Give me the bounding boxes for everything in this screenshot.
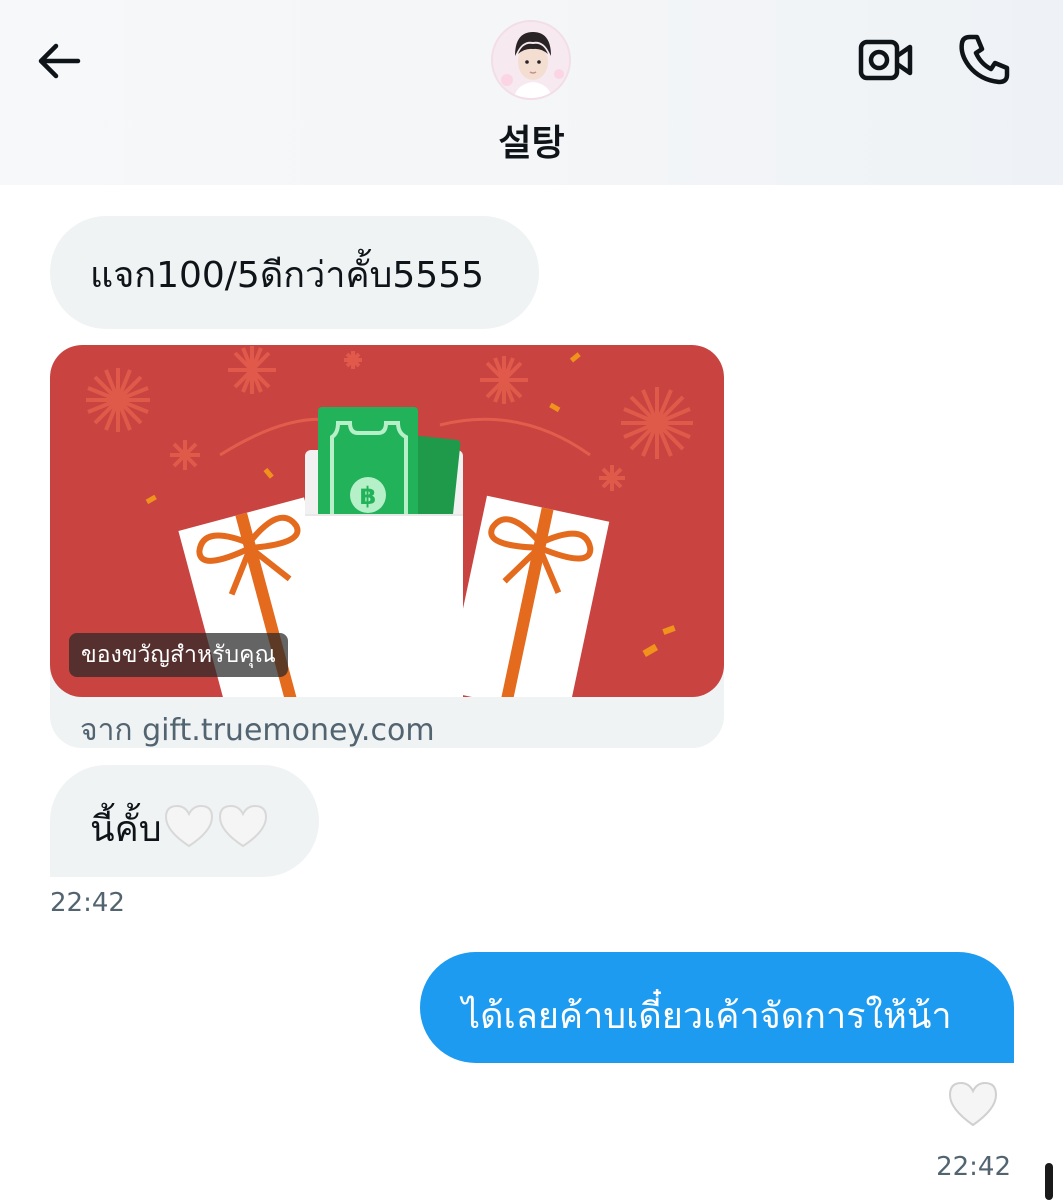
arrow-left-icon <box>38 43 81 79</box>
avatar-image <box>493 22 569 98</box>
sent-message-bubble[interactable]: ได้เลยค้าบเดี๋ยวเค้าจัดการให้น้า <box>420 952 1014 1063</box>
conversation-header: 설탕 <box>0 0 1063 185</box>
video-call-button[interactable] <box>858 36 914 84</box>
message-text: ได้เลยค้าบเดี๋ยวเค้าจัดการให้น้า <box>462 996 952 1037</box>
white-heart-icon <box>162 803 216 859</box>
avatar[interactable] <box>491 20 571 100</box>
message-text: นี้คั้บ <box>90 809 162 851</box>
back-button[interactable] <box>30 36 90 86</box>
contact-name: 설탕 <box>498 123 565 164</box>
card-title-badge: ของขวัญสำหรับคุณ <box>69 633 288 677</box>
received-message-bubble[interactable]: แจก100/5ดีกว่าคั้บ5555 <box>50 216 539 329</box>
phone-icon <box>959 34 1010 85</box>
message-reaction[interactable] <box>947 1080 999 1128</box>
video-call-icon <box>858 39 913 81</box>
card-source-domain[interactable]: จาก gift.truemoney.com <box>80 707 435 748</box>
received-message-bubble[interactable]: นี้คั้บ <box>50 765 319 877</box>
link-preview-card[interactable]: ฿ ของขวัญสำหรับคุณ จาก gift.truemoney.co… <box>50 345 724 748</box>
white-heart-icon <box>216 803 270 859</box>
svg-text:฿: ฿ <box>360 482 377 510</box>
message-timestamp: 22:42 <box>936 1152 1011 1182</box>
message-text: แจก100/5ดีกว่าคั้บ5555 <box>90 255 484 296</box>
message-timestamp: 22:42 <box>50 888 125 918</box>
voice-call-button[interactable] <box>955 32 1013 88</box>
scrollbar[interactable] <box>1045 1163 1053 1200</box>
white-heart-icon <box>948 1081 998 1127</box>
